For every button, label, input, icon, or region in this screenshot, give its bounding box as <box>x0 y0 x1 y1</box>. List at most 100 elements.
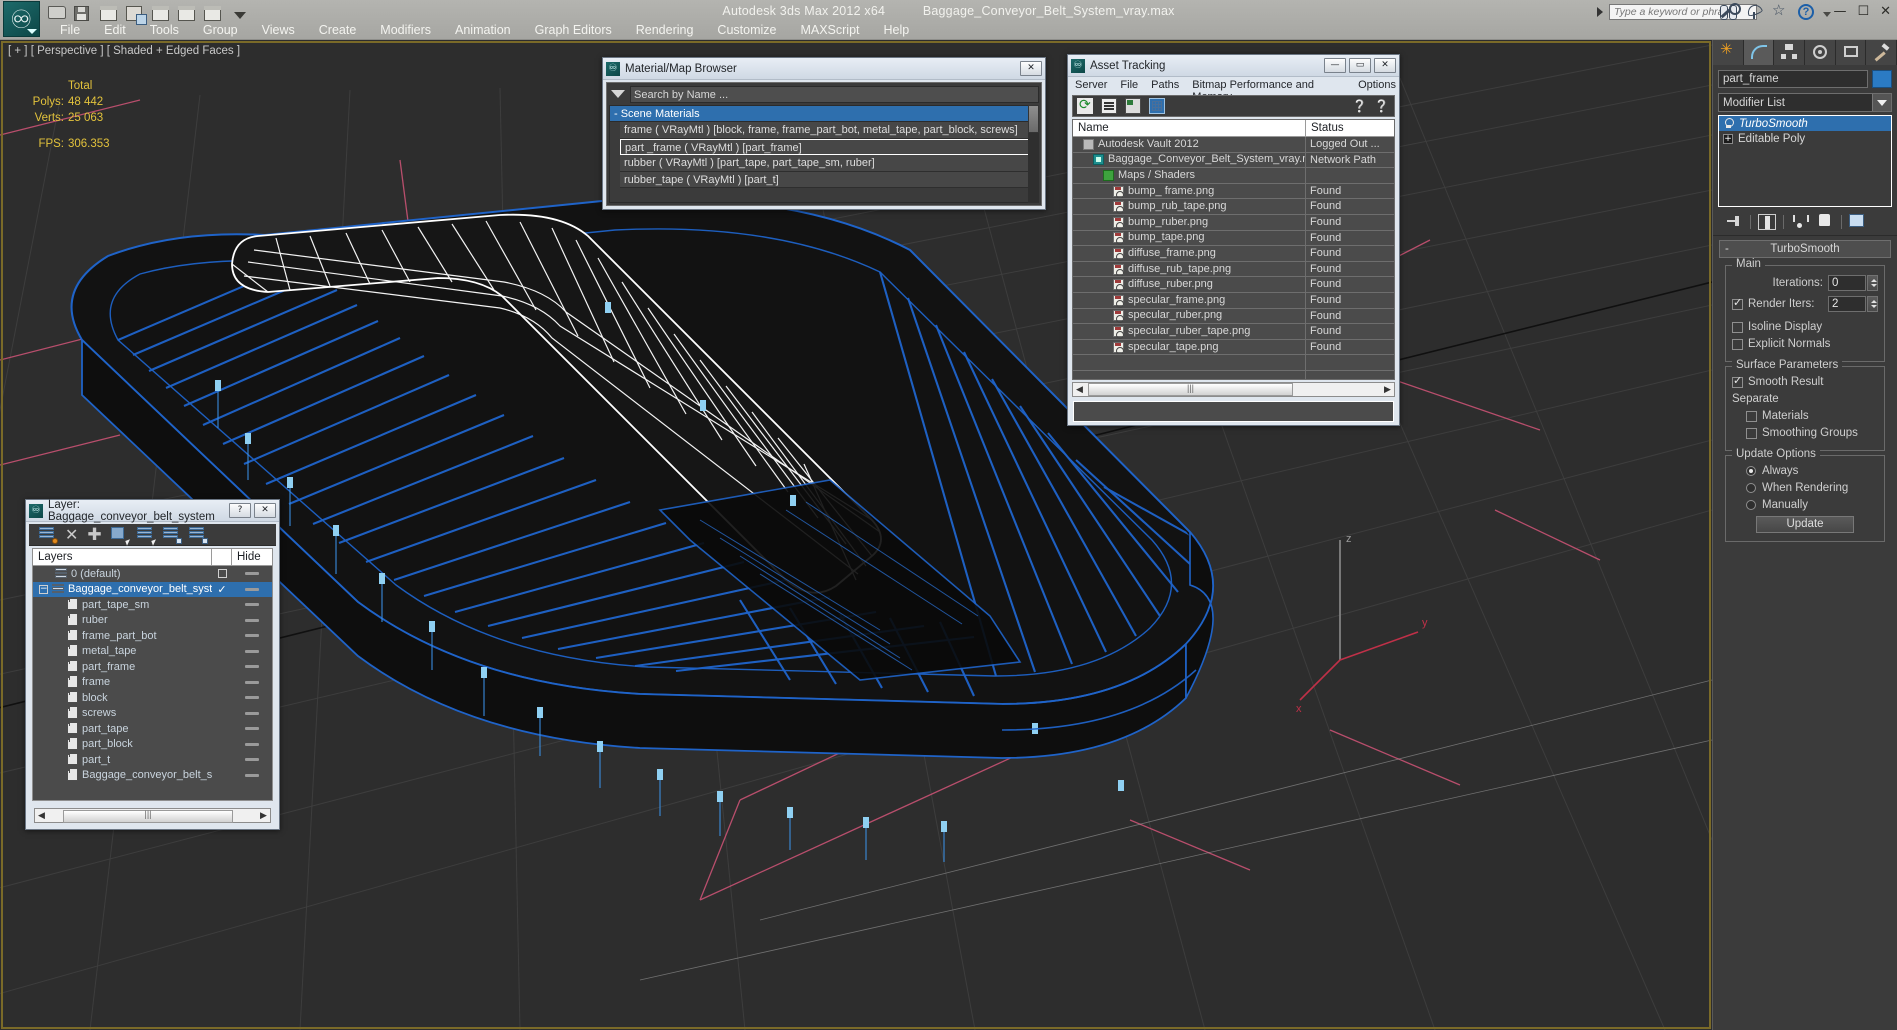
menu-customize[interactable]: Customize <box>705 22 788 38</box>
asset-menu-server[interactable]: Server <box>1075 79 1107 94</box>
layer-list[interactable]: Layers Hide 0 (default) − Baggage_convey… <box>32 548 273 801</box>
scroll-right-icon[interactable]: ▶ <box>257 811 270 821</box>
scene-materials-header[interactable]: - Scene Materials <box>610 106 1038 122</box>
material-map-browser-dialog[interactable]: ♾ Material/Map Browser ✕ Search by Name … <box>602 57 1046 210</box>
table-row[interactable]: specular_ruber.png Found <box>1073 308 1394 325</box>
highlight-selected-icon[interactable] <box>162 527 182 544</box>
hide-toggle[interactable] <box>245 773 259 777</box>
asset-tracking-table[interactable]: Name Status Autodesk Vault 2012 Logged O… <box>1072 119 1395 380</box>
stack-item-editable-poly[interactable]: + Editable Poly <box>1719 131 1891 146</box>
menu-modifiers[interactable]: Modifiers <box>368 22 443 38</box>
render-iters-spinner[interactable] <box>1867 296 1878 312</box>
tab-display[interactable] <box>1835 40 1867 65</box>
material-row-selected[interactable]: part _frame ( VRayMtl ) [part_frame] <box>620 138 1038 155</box>
hide-toggle[interactable] <box>245 634 259 638</box>
update-always-radio[interactable] <box>1746 466 1756 476</box>
rollout-collapse-icon[interactable]: - <box>1725 241 1729 257</box>
tab-create[interactable] <box>1713 40 1744 65</box>
menu-rendering[interactable]: Rendering <box>624 22 706 38</box>
satellite-icon[interactable] <box>1746 3 1763 20</box>
close-button[interactable]: ✕ <box>1880 4 1891 19</box>
configure-modifier-sets-icon[interactable] <box>1849 214 1867 230</box>
delete-layer-icon[interactable]: ✕ <box>65 527 78 543</box>
list-item[interactable]: part_tape_sm <box>33 597 272 613</box>
scroll-right-icon[interactable]: ▶ <box>1381 385 1394 395</box>
hide-toggle[interactable] <box>245 711 259 715</box>
list-item[interactable]: part_tape <box>33 721 272 737</box>
hide-toggle[interactable] <box>245 758 259 762</box>
list-item[interactable]: frame_part_bot <box>33 628 272 644</box>
menu-file[interactable]: File <box>48 22 92 38</box>
table-row[interactable]: diffuse_frame.png Found <box>1073 246 1394 262</box>
path-view-icon[interactable] <box>1125 98 1141 114</box>
asset-tracking-status-field[interactable] <box>1073 401 1394 422</box>
hide-layer-icon[interactable] <box>188 527 208 544</box>
select-objects-icon[interactable] <box>110 527 132 546</box>
key-icon[interactable] <box>1720 3 1741 20</box>
iterations-spinner[interactable] <box>1867 275 1878 291</box>
separate-materials-checkbox[interactable] <box>1746 410 1757 422</box>
stack-item-turbosmooth[interactable]: TurboSmooth <box>1719 116 1891 131</box>
list-item[interactable]: part_t <box>33 752 272 768</box>
table-row[interactable]: specular_ruber_tape.png Found <box>1073 324 1394 340</box>
scrollbar-thumb[interactable] <box>1028 105 1039 133</box>
table-row[interactable]: Autodesk Vault 2012 Logged Out ... <box>1073 137 1394 153</box>
material-list[interactable]: - Scene Materials frame ( VRayMtl ) [blo… <box>609 105 1039 203</box>
collapse-icon[interactable]: − <box>39 584 48 594</box>
hide-toggle[interactable] <box>245 587 259 591</box>
explicit-normals-checkbox[interactable] <box>1732 338 1743 350</box>
star-icon[interactable]: ☆ <box>1772 3 1789 20</box>
separate-smoothing-groups-checkbox[interactable] <box>1746 427 1757 439</box>
menu-views[interactable]: Views <box>250 22 307 38</box>
column-header-status[interactable]: Status <box>1306 120 1394 136</box>
hide-toggle[interactable] <box>245 727 259 731</box>
asset-menu-bitmap-performance[interactable]: Bitmap Performance and Memory <box>1192 79 1345 103</box>
update-manually-radio[interactable] <box>1746 500 1756 510</box>
list-view-icon[interactable] <box>1101 98 1117 114</box>
modifier-stack[interactable]: TurboSmooth + Editable Poly <box>1718 115 1892 207</box>
menu-edit[interactable]: Edit <box>92 22 138 38</box>
scroll-track[interactable] <box>48 809 257 823</box>
list-item[interactable]: Baggage_conveyor_belt_system <box>33 768 272 784</box>
table-row[interactable]: diffuse_ruber.png Found <box>1073 277 1394 293</box>
material-search-input[interactable]: Search by Name ... <box>630 85 1039 103</box>
layer-manager-help-button[interactable]: ? <box>229 503 251 518</box>
remove-modifier-icon[interactable] <box>1816 214 1834 230</box>
asset-menu-options[interactable]: Options <box>1358 79 1396 94</box>
column-header-hide[interactable]: Hide <box>232 549 272 565</box>
column-header-layers[interactable]: Layers <box>33 549 212 565</box>
hide-toggle[interactable] <box>245 696 259 700</box>
table-row[interactable]: bump_ruber.png Found <box>1073 214 1394 231</box>
scroll-left-icon[interactable]: ◀ <box>1073 385 1086 395</box>
hide-toggle[interactable] <box>245 649 259 653</box>
iterations-input[interactable]: 0 <box>1828 275 1866 291</box>
chevron-down-icon[interactable] <box>1872 94 1891 111</box>
column-header-name[interactable]: Name <box>1073 120 1306 136</box>
select-highlight-icon[interactable] <box>136 527 158 546</box>
list-item[interactable]: 0 (default) <box>33 566 272 582</box>
material-browser-close-button[interactable]: ✕ <box>1020 61 1042 76</box>
table-row[interactable]: Maps / Shaders <box>1073 168 1394 184</box>
asset-tracking-close-button[interactable]: ✕ <box>1374 58 1396 73</box>
layer-manager-close-button[interactable]: ✕ <box>254 503 276 518</box>
tab-motion[interactable] <box>1805 40 1836 65</box>
menu-group[interactable]: Group <box>191 22 250 38</box>
list-item[interactable]: block <box>33 690 272 706</box>
material-row[interactable]: frame ( VRayMtl ) [block, frame, frame_p… <box>620 122 1038 139</box>
add-layer-icon[interactable]: ✚ <box>87 526 101 543</box>
table-row-empty[interactable] <box>1073 355 1394 371</box>
layer-horizontal-scrollbar[interactable]: ◀ ▶ <box>34 808 271 823</box>
list-item-selected[interactable]: − Baggage_conveyor_belt_system ✓ <box>33 581 272 597</box>
render-iters-input[interactable]: 2 <box>1828 296 1866 312</box>
object-name-input[interactable]: part_frame <box>1718 70 1868 88</box>
table-row[interactable]: diffuse_rub_tape.png Found <box>1073 261 1394 278</box>
table-row[interactable]: bump_ frame.png Found <box>1073 183 1394 200</box>
maximize-button[interactable]: ☐ <box>1857 4 1869 19</box>
hide-toggle[interactable] <box>245 603 259 607</box>
help-dropdown-icon[interactable] <box>1823 12 1831 17</box>
menu-graph-editors[interactable]: Graph Editors <box>523 22 624 38</box>
scroll-track[interactable] <box>1086 383 1381 396</box>
rollout-header[interactable]: - TurboSmooth <box>1719 240 1891 258</box>
tab-modify[interactable] <box>1743 40 1775 65</box>
new-layer-icon[interactable] <box>39 527 58 544</box>
